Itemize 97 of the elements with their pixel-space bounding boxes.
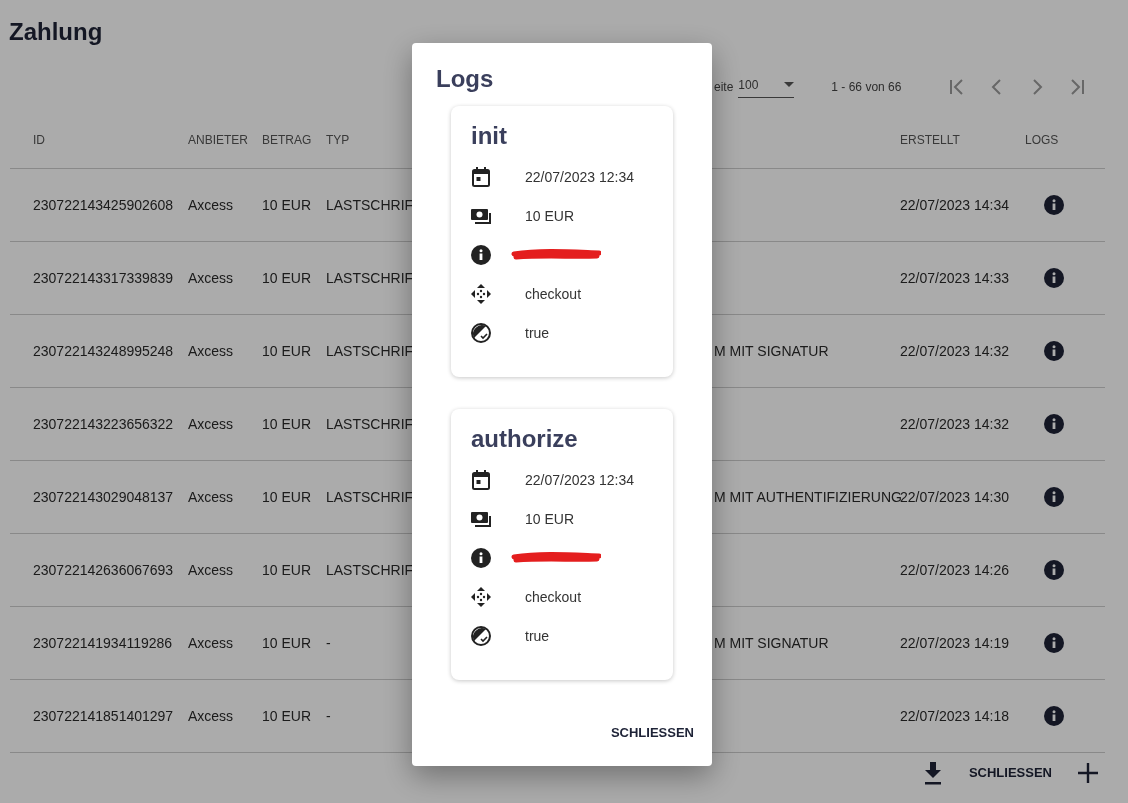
close-button[interactable]: SCHLIESSEN — [604, 721, 700, 744]
table-cell-text: Axcess — [188, 268, 234, 288]
table-cell-text: Axcess — [188, 560, 234, 580]
log-value: 10 EUR — [525, 206, 575, 226]
table-cell-text: 230722141851401297 — [33, 706, 174, 726]
table-cell-text: 22/07/2023 14:32 — [900, 414, 1009, 434]
caret-icon — [784, 82, 795, 87]
info-icon — [1044, 195, 1064, 215]
calendar-icon — [471, 470, 491, 491]
dialog-title: Logs — [436, 65, 495, 94]
info-icon — [1044, 414, 1064, 434]
page-size-select[interactable]: 100 — [738, 75, 795, 98]
info-icon — [471, 245, 491, 266]
table-cell-text: LASTSCHRIF — [326, 414, 414, 434]
table-cell-text: 22/07/2023 14:26 — [900, 560, 1009, 580]
log-value: checkout — [525, 587, 582, 607]
table-cell-text: 10 EUR — [262, 560, 312, 580]
info-icon — [471, 548, 491, 569]
table-cell-text: 10 EUR — [262, 268, 312, 288]
move-arrows-icon — [471, 284, 491, 305]
column-header: ID — [33, 131, 45, 149]
info-button[interactable] — [1044, 414, 1064, 434]
log-value: true — [525, 626, 550, 646]
table-cell-text: 22/07/2023 14:19 — [900, 633, 1009, 653]
table-cell-text: M MIT AUTHENTIFIZIERUNG — [714, 487, 902, 507]
table-cell-text: 230722142636067693 — [33, 560, 174, 580]
table-cell-text: LASTSCHRIF — [326, 487, 414, 507]
table-cell-text: LASTSCHRIF — [326, 560, 414, 580]
info-button[interactable] — [1044, 487, 1064, 507]
table-cell-text: 10 EUR — [262, 487, 312, 507]
circle-check-icon — [471, 323, 491, 344]
cash-icon — [471, 509, 491, 530]
range-label: 1 - 66 von 66 — [831, 78, 902, 96]
table-cell-text: 22/07/2023 14:18 — [900, 706, 1009, 726]
table-cell-text: Axcess — [188, 633, 234, 653]
log-title: init — [471, 120, 508, 151]
table-cell-text: - — [326, 633, 331, 653]
table-cell-text: 230722143248995248 — [33, 341, 174, 361]
table-cell-text: 22/07/2023 14:33 — [900, 268, 1009, 288]
add-button[interactable] — [1078, 763, 1098, 783]
table-cell-text: - — [326, 706, 331, 726]
column-header: ERSTELLT — [900, 131, 960, 149]
plus-icon — [1078, 763, 1098, 783]
table-cell-text: 230722143223656322 — [33, 414, 174, 434]
column-header: ANBIETER — [188, 131, 248, 149]
log-value: 22/07/2023 12:34 — [525, 470, 634, 490]
table-cell-text: 10 EUR — [262, 414, 312, 434]
log-title: authorize — [471, 423, 579, 454]
table-cell-text: Axcess — [188, 195, 234, 215]
table-cell-text: M MIT SIGNATUR — [714, 633, 829, 653]
log-value: checkout — [525, 284, 582, 304]
move-arrows-icon — [471, 587, 491, 608]
table-cell-text: 230722141934119286 — [33, 633, 173, 653]
table-cell-text: 10 EUR — [262, 706, 312, 726]
cash-icon — [471, 206, 491, 227]
info-button[interactable] — [1044, 268, 1064, 288]
table-cell-text: 22/07/2023 14:34 — [900, 195, 1009, 215]
log-value: 22/07/2023 12:34 — [525, 167, 634, 187]
table-cell-text: LASTSCHRIF — [326, 268, 414, 288]
info-icon — [1044, 341, 1064, 361]
table-cell-text: Axcess — [188, 341, 234, 361]
close-button[interactable]: SCHLIESSEN — [960, 759, 1060, 787]
page-size-label: eite — [714, 78, 734, 96]
table-cell-text: 22/07/2023 14:32 — [900, 341, 1009, 361]
table-cell-text: Axcess — [188, 706, 234, 726]
info-icon — [1044, 487, 1064, 507]
info-icon — [1044, 706, 1064, 726]
info-button[interactable] — [1044, 633, 1064, 653]
table-cell-text: LASTSCHRIF — [326, 195, 414, 215]
column-header: TYP — [326, 131, 350, 149]
table-cell-text: LASTSCHRIF — [326, 341, 414, 361]
column-header: LOGS — [1025, 131, 1059, 149]
calendar-icon — [471, 167, 491, 188]
info-button[interactable] — [1044, 560, 1064, 580]
circle-check-icon — [471, 626, 491, 647]
table-cell-text: 22/07/2023 14:30 — [900, 487, 1009, 507]
info-icon — [1044, 268, 1064, 288]
table-cell-text: 10 EUR — [262, 633, 312, 653]
table-cell-text: 10 EUR — [262, 341, 312, 361]
download-button[interactable] — [922, 761, 943, 785]
info-icon — [1044, 633, 1064, 653]
log-value: 10 EUR — [525, 509, 575, 529]
download-icon — [922, 761, 943, 785]
table-cell-text: Axcess — [188, 487, 234, 507]
info-button[interactable] — [1044, 341, 1064, 361]
table-cell-text: 230722143425902608 — [33, 195, 174, 215]
table-cell-text: 230722143029048137 — [33, 487, 174, 507]
page-title: Zahlung — [8, 17, 104, 47]
table-cell-text: 10 EUR — [262, 195, 312, 215]
table-cell-text: M MIT SIGNATUR — [714, 341, 829, 361]
log-value: true — [525, 323, 550, 343]
info-button[interactable] — [1044, 195, 1064, 215]
column-header: BETRAG — [262, 131, 312, 149]
info-icon — [1044, 560, 1064, 580]
table-cell-text: 230722143317339839 — [33, 268, 174, 288]
table-cell-text: Axcess — [188, 414, 234, 434]
info-button[interactable] — [1044, 706, 1064, 726]
